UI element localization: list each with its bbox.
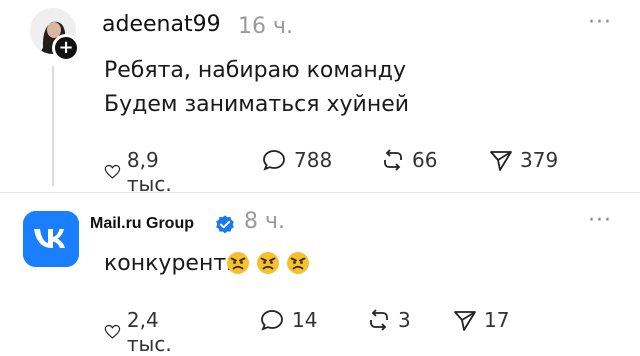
like-count: 8,9 тыс. <box>126 148 172 196</box>
reply-button[interactable]: 14 <box>260 308 317 332</box>
verified-badge-icon <box>216 215 234 234</box>
like-count: 2,4 тыс. <box>126 308 172 356</box>
repost-count: 3 <box>398 308 411 332</box>
more-options-icon[interactable]: ··· <box>588 10 612 35</box>
post-time: 8 ч. <box>244 209 285 234</box>
more-options-icon[interactable]: ··· <box>588 208 612 233</box>
share-count: 17 <box>484 308 510 332</box>
repost-icon <box>384 149 402 171</box>
repost-icon <box>370 309 388 331</box>
angry-face-emoji-icon <box>287 252 309 274</box>
follow-plus-button[interactable]: + <box>52 34 80 62</box>
post-username[interactable]: adeenat99 <box>102 12 221 37</box>
vk-logo-icon <box>23 211 79 267</box>
repost-button[interactable]: 66 <box>380 148 437 172</box>
thread-post-adeenat99: + adeenat99 16 ч. ··· Ребята, набираю ко… <box>0 0 640 196</box>
post-text: конкуренты <box>104 251 244 276</box>
share-button[interactable]: 17 <box>452 308 509 332</box>
heart-icon <box>104 324 121 339</box>
reply-button[interactable]: 788 <box>262 148 332 172</box>
angry-face-emoji-icon <box>227 252 249 274</box>
comment-icon <box>261 310 283 331</box>
vk-avatar[interactable] <box>23 211 79 267</box>
post-text-line-1: Ребята, набираю команду <box>104 58 407 83</box>
share-count: 379 <box>520 148 559 172</box>
repost-count: 66 <box>412 148 438 172</box>
post-username[interactable]: Mail.ru Group <box>90 215 194 233</box>
heart-icon <box>104 164 121 179</box>
reply-count: 14 <box>292 308 318 332</box>
repost-button[interactable]: 3 <box>366 308 411 332</box>
thread-line <box>52 66 54 186</box>
post-time: 16 ч. <box>238 14 293 39</box>
send-icon <box>490 151 512 171</box>
post-text-line-2: Будем заниматься хуйней <box>104 92 410 117</box>
angry-face-emoji-icon <box>257 252 279 274</box>
comment-icon <box>263 150 285 171</box>
send-icon <box>454 311 476 331</box>
like-button[interactable]: 8,9 тыс. <box>104 148 181 196</box>
share-button[interactable]: 379 <box>488 148 558 172</box>
thread-post-mailru: Mail.ru Group 8 ч. ··· конкуренты 2,4 ты… <box>0 193 640 356</box>
reply-count: 788 <box>294 148 333 172</box>
like-button[interactable]: 2,4 тыс. <box>104 308 181 356</box>
